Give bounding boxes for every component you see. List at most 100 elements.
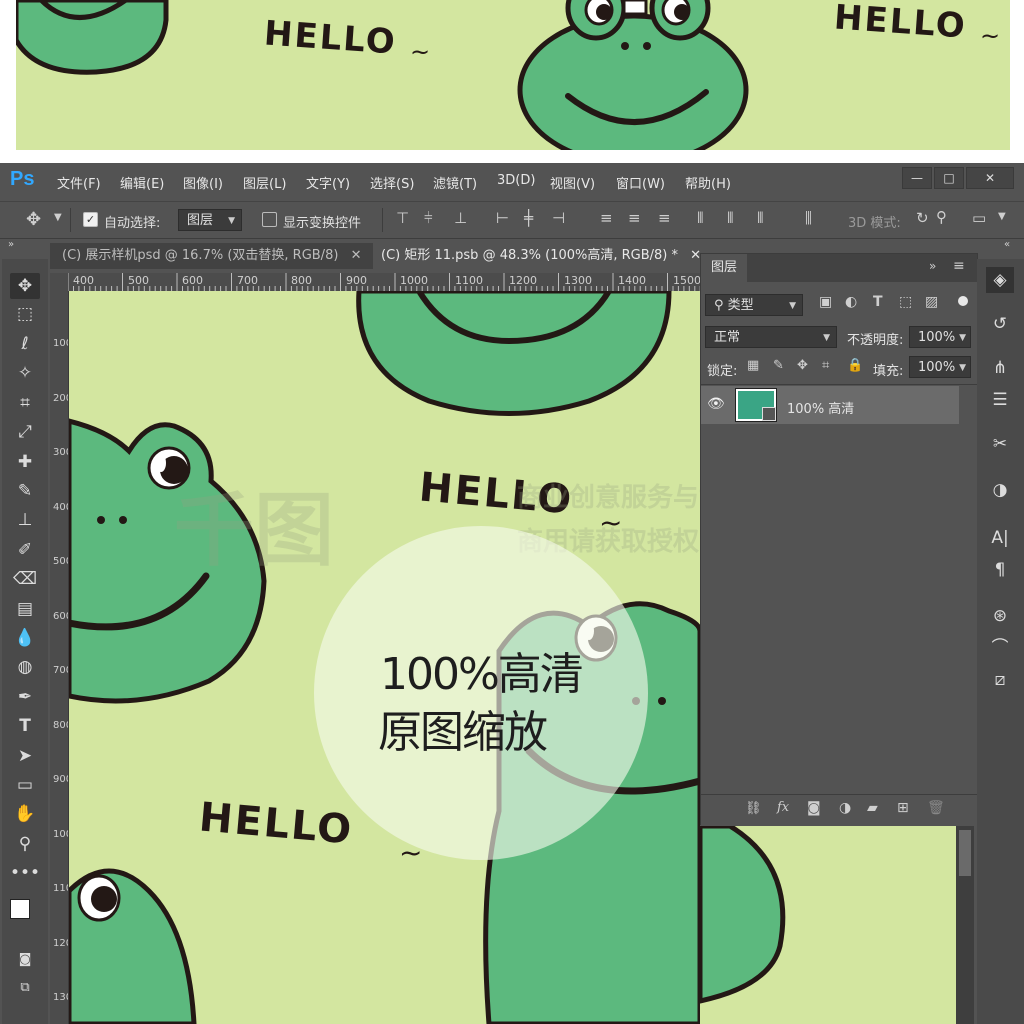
lock-artboard-icon[interactable]: ⌗ [822,358,829,373]
menu-edit[interactable]: 编辑(E) [120,173,164,192]
search-icon[interactable]: ⚲ [936,208,947,226]
chevron-down-icon[interactable]: ▼ [54,212,62,223]
pen-tool-icon[interactable]: ✒ [10,684,40,710]
history-icon[interactable]: ↺ [986,311,1014,337]
more-tools-icon[interactable]: ••• [10,860,40,886]
character-icon[interactable]: A| [986,525,1014,551]
minimize-button[interactable]: — [902,167,932,189]
close-icon[interactable]: ✕ [351,248,362,263]
adjustment-icon[interactable]: ◑ [839,800,851,816]
menu-image[interactable]: 图像(I) [183,173,223,192]
filter-shape-icon[interactable]: ⬚ [899,294,912,310]
crop-tool-icon[interactable]: ⌗ [10,390,40,416]
align-bottom-icon[interactable]: ⊥ [454,209,467,227]
menu-type[interactable]: 文字(Y) [306,173,350,192]
lock-position-icon[interactable]: ✥ [797,358,808,373]
tool-presets-icon[interactable]: ✂ [986,431,1014,457]
folder-icon[interactable]: ▰ [867,800,878,816]
quick-mask-icon[interactable]: ◙ [10,947,40,973]
align-top-icon[interactable]: ⊤ [396,209,409,227]
maximize-button[interactable]: □ [934,167,964,189]
distribute-hcenter-icon[interactable]: ⦀ [727,209,734,227]
move-tool-icon[interactable]: ✥ [26,209,41,230]
stamp-tool-icon[interactable]: ⊥ [10,507,40,533]
distribute-top-icon[interactable]: ≡ [600,209,613,227]
mask-icon[interactable]: ◙ [807,800,821,816]
layers-panel-icon[interactable]: ◈ [986,267,1014,293]
collapse-dock-icon[interactable]: « [1004,239,1010,250]
chevron-down-icon[interactable]: ▼ [998,211,1006,222]
3d-panel-icon[interactable]: ⧄ [986,667,1014,693]
fx-icon[interactable]: fx [777,800,789,815]
eyedropper-icon[interactable]: ⤢ [10,419,40,445]
auto-align-icon[interactable]: ⫼ [805,209,812,227]
paragraph-icon[interactable]: ¶ [986,557,1014,583]
menu-layer[interactable]: 图层(L) [243,173,286,192]
layers-tab[interactable]: 图层 [701,254,748,282]
type-tool-icon[interactable]: T [10,713,40,739]
auto-select-checkbox[interactable]: ✓ [83,212,98,227]
adjustments-icon[interactable]: ◑ [986,477,1014,503]
filter-type-icon[interactable]: T [873,294,883,310]
brush-tool-icon[interactable]: ✎ [10,478,40,504]
distribute-left-icon[interactable]: ⦀ [697,209,704,227]
3d-rotate-icon[interactable]: ↻ [916,209,929,227]
rectangle-tool-icon[interactable]: ▭ [10,772,40,798]
fill-input[interactable]: 100% ▼ [909,356,971,378]
show-transform-checkbox[interactable] [262,212,277,227]
brush-settings-icon[interactable]: ⋔ [986,355,1014,381]
new-layer-icon[interactable]: ⊞ [897,800,909,816]
opacity-input[interactable]: 100% ▼ [909,326,971,348]
filter-adjustment-icon[interactable]: ◐ [845,294,857,310]
distribute-bottom-icon[interactable]: ≡ [658,209,671,227]
document-canvas-lower[interactable] [700,826,960,1024]
scrollbar-thumb[interactable] [959,830,971,876]
gradient-tool-icon[interactable]: ▤ [10,596,40,622]
history-brush-icon[interactable]: ✐ [10,537,40,563]
path-select-icon[interactable]: ➤ [10,743,40,769]
eraser-tool-icon[interactable]: ⌫ [10,566,40,592]
paths-icon[interactable]: ⌒ [986,635,1014,661]
move-tool-icon[interactable]: ✥ [10,273,40,299]
align-left-icon[interactable]: ⊢ [496,209,509,227]
lock-all-icon[interactable]: 🔒 [847,358,863,373]
marquee-tool-icon[interactable]: ⬚ [10,301,40,327]
foreground-color-swatch[interactable] [10,899,30,919]
lasso-tool-icon[interactable]: ℓ [10,331,40,357]
filter-smart-object-icon[interactable]: ▨ [925,294,938,310]
blur-tool-icon[interactable]: 💧 [10,625,40,651]
menu-view[interactable]: 视图(V) [550,173,595,192]
eye-icon[interactable]: 👁 [707,396,725,412]
menu-select[interactable]: 选择(S) [370,173,414,192]
link-icon[interactable]: ⛓ [745,801,762,816]
hand-tool-icon[interactable]: ✋ [10,801,40,827]
align-hcenter-icon[interactable]: ╪ [524,209,533,227]
align-vcenter-icon[interactable]: ⫩ [424,209,433,227]
menu-file[interactable]: 文件(F) [57,173,101,192]
blend-mode-dropdown[interactable]: 正常 ▼ [705,326,837,348]
layer-row[interactable]: 👁 100% 高清 [701,386,959,424]
close-window-button[interactable]: ✕ [966,167,1014,189]
expand-toolbar-icon[interactable]: » [8,239,14,250]
filter-toggle-icon[interactable] [958,296,968,306]
healing-brush-icon[interactable]: ✚ [10,449,40,475]
vertical-scrollbar[interactable] [956,826,974,1024]
zoom-tool-icon[interactable]: ⚲ [10,831,40,857]
align-right-icon[interactable]: ⊣ [552,209,565,227]
lock-transparency-icon[interactable]: ▦ [747,358,759,373]
tab-mockup-psd[interactable]: (C) 展示样机psd @ 16.7% (双击替换, RGB/8) ✕ [54,243,369,269]
tab-rectangle-psb[interactable]: (C) 矩形 11.psb @ 48.3% (100%高清, RGB/8) * … [373,243,710,269]
dodge-tool-icon[interactable]: ◍ [10,654,40,680]
menu-help[interactable]: 帮助(H) [685,173,731,192]
distribute-vcenter-icon[interactable]: ≡ [628,209,641,227]
properties-icon[interactable]: ☰ [986,387,1014,413]
screen-mode-icon[interactable]: ⧉ [10,975,40,1001]
layer-filter-dropdown[interactable]: ⚲ 类型 ▼ [705,294,803,316]
auto-select-dropdown[interactable]: 图层 ▼ [178,209,242,231]
workspace-icon[interactable]: ▭ [972,209,986,227]
trash-icon[interactable]: 🗑 [927,800,945,816]
layer-name[interactable]: 100% 高清 [787,398,854,417]
distribute-right-icon[interactable]: ⦀ [757,209,764,227]
magic-wand-icon[interactable]: ✧ [10,360,40,386]
panel-menu-icon[interactable]: ≡ [953,258,965,274]
